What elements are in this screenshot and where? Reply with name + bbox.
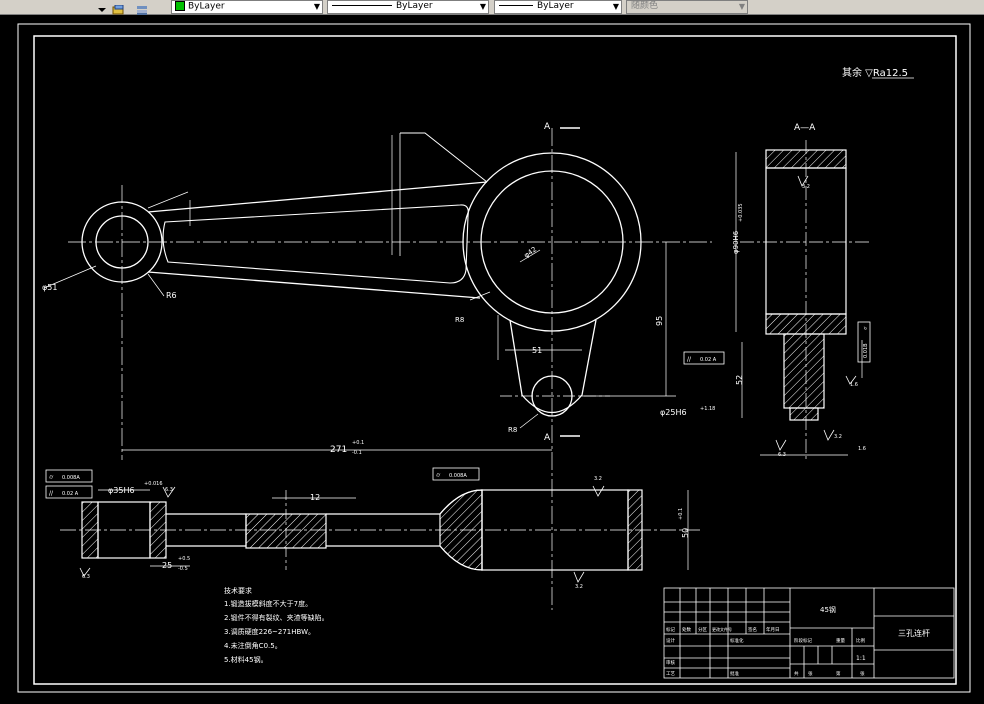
tb-label: 更改文件号 — [712, 626, 732, 632]
dim-w25-tol-dn: -0.5 — [178, 566, 188, 572]
ra-f: 6.3 — [82, 574, 90, 580]
tb-label: 分区 — [698, 626, 707, 633]
plotstyle-value: 随颜色 — [631, 1, 659, 11]
tech-note-1: 1.锻造拔模斜度不大于7度。 — [224, 599, 312, 608]
chevron-down-icon: ▼ — [738, 2, 745, 11]
ra-g: 6.3 — [165, 487, 173, 493]
tb-label: 批准 — [730, 670, 739, 677]
lineweight-dropdown[interactable]: ByLayer ▼ — [494, 0, 622, 14]
section-mark-bottom: A — [544, 433, 551, 443]
chevron-down-icon: ▼ — [479, 2, 486, 11]
tech-notes-title: 技术要求 — [224, 586, 252, 595]
sheet-border — [17, 23, 971, 693]
title-block-scale: 1:1 — [856, 655, 866, 662]
tech-notes: 技术要求 1.锻造拔模斜度不大于7度。 2.锻件不得有裂纹、夹渣等缺陷。 3.调… — [224, 586, 329, 664]
color-swatch-icon — [175, 1, 185, 11]
dim-271-tol-up: +0.1 — [352, 440, 364, 446]
tb-label: 签名 — [748, 626, 757, 633]
tech-note-5: 5.材料45钢。 — [224, 655, 268, 664]
tb-label: 年月日 — [766, 626, 780, 633]
ra-i: 3.2 — [575, 584, 583, 590]
dim-r6: R6 — [166, 291, 177, 300]
dim-w25: 25 — [162, 561, 172, 570]
ra-h: 3.2 — [594, 476, 602, 482]
tb-label: 审核 — [666, 659, 675, 666]
title-block-part-name: 三孔连杆 — [898, 628, 930, 638]
tb-label: 第 — [836, 670, 841, 677]
ra-b: 1.6 — [850, 382, 858, 388]
tol-frame-3-symbol: ⌭ — [436, 472, 441, 479]
dim-s52: 52 — [735, 375, 744, 385]
ra-c: 6.3 — [778, 452, 786, 458]
plotstyle-dropdown[interactable]: 随颜色 ▼ — [626, 0, 748, 14]
dim-w12: 12 — [310, 493, 320, 502]
dim-w25-tol-up: +0.5 — [178, 556, 190, 562]
dim-271-tol-dn: -0.1 — [352, 450, 362, 456]
tol-frame-5-value: 0.01B — [863, 343, 869, 358]
lineweight-preview — [499, 5, 533, 6]
dim-d51: φ51 — [42, 283, 57, 292]
drawing-canvas[interactable]: 其余 ▽Ra12.5 A A φ51 R6 R8 φ42 51 R8 95 27… — [0, 14, 984, 700]
tb-label: 比例 — [856, 637, 865, 644]
chevron-down-icon: ▼ — [313, 2, 320, 11]
tb-label: 共 — [794, 670, 799, 677]
roughness-note: 其余 ▽Ra12.5 — [842, 66, 908, 79]
tb-label: 处数 — [682, 626, 691, 633]
tb-label: 张 — [808, 670, 813, 677]
chevron-down-icon: ▼ — [612, 2, 619, 11]
dim-r8-left: R8 — [455, 316, 464, 324]
dim-h50-tol: +0.1 — [678, 508, 684, 520]
layer-previous-icon[interactable] — [136, 1, 148, 15]
dim-d90h6: φ90H6 — [732, 230, 740, 254]
dim-271: 271 — [330, 445, 347, 455]
dim-d51-lower: 51 — [532, 346, 542, 355]
ra-d: 3.2 — [834, 434, 842, 440]
title-block-material: 45钢 — [820, 605, 836, 614]
tol-frame-3-value: 0.008A — [449, 473, 467, 479]
tb-label: 设计 — [666, 637, 675, 644]
tb-label: 张 — [860, 670, 865, 677]
tol-frame-2-symbol: // — [49, 490, 54, 497]
dim-r8-lower: R8 — [508, 426, 517, 434]
section-label: A—A — [794, 123, 816, 133]
linetype-preview — [332, 5, 392, 6]
dim-d25h6-tol: +1.18 — [700, 406, 715, 412]
tol-frame-4-symbol: // — [687, 356, 692, 363]
top-view — [60, 489, 700, 571]
tol-frame-4-value: 0.02 A — [700, 357, 717, 363]
drawing-svg: 其余 ▽Ra12.5 A A φ51 R6 R8 φ42 51 R8 95 27… — [17, 23, 971, 693]
properties-toolbar: ByLayer ▼ ByLayer ▼ ByLayer ▼ 随颜色 ▼ — [0, 0, 984, 15]
dim-d35h6: φ35H6 — [108, 486, 135, 495]
dim-d42: φ42 — [523, 245, 539, 259]
tech-note-4: 4.未注倒角C0.5。 — [224, 641, 282, 650]
layer-states-icon[interactable] — [112, 1, 124, 15]
layer-color-dropdown[interactable]: ByLayer ▼ — [171, 0, 323, 14]
tolerance-frames: ⌭ 0.008A // 0.02 A ⌭ 0.008A // 0.02 A 0.… — [45, 321, 871, 499]
section-mark-top: A — [544, 122, 551, 132]
tb-label: 重量 — [836, 637, 845, 644]
dim-h95: 95 — [655, 316, 664, 326]
dim-d90h6-tol: +0.035 — [738, 203, 744, 222]
tol-frame-2-value: 0.02 A — [62, 491, 79, 497]
tb-label: 标准化 — [730, 637, 744, 644]
lineweight-value: ByLayer — [537, 1, 574, 11]
ra-a: 3.2 — [802, 184, 810, 190]
tech-note-2: 2.锻件不得有裂纹、夹渣等缺陷。 — [224, 613, 329, 622]
tech-note-3: 3.调质硬度226~271HBW。 — [224, 627, 315, 636]
tb-label: 阶段标记 — [794, 637, 812, 644]
color-value: ByLayer — [188, 1, 225, 12]
tb-label: 工艺 — [666, 671, 675, 677]
dim-d25h6: φ25H6 — [660, 408, 687, 417]
tb-label: 标记 — [666, 626, 675, 633]
tol-frame-1-symbol: ⌭ — [49, 474, 54, 481]
tol-frame-1-value: 0.008A — [62, 475, 80, 481]
chevron-down-icon[interactable] — [96, 1, 108, 12]
ra-e: 1.6 — [858, 446, 866, 452]
linetype-dropdown[interactable]: ByLayer ▼ — [327, 0, 489, 14]
tol-frame-5-symbol: ⌭ — [863, 326, 869, 330]
dim-h50: 50 — [681, 528, 690, 538]
front-view — [43, 128, 712, 610]
dim-d35h6-tol: +0.016 — [144, 481, 163, 487]
linetype-value: ByLayer — [396, 1, 433, 11]
